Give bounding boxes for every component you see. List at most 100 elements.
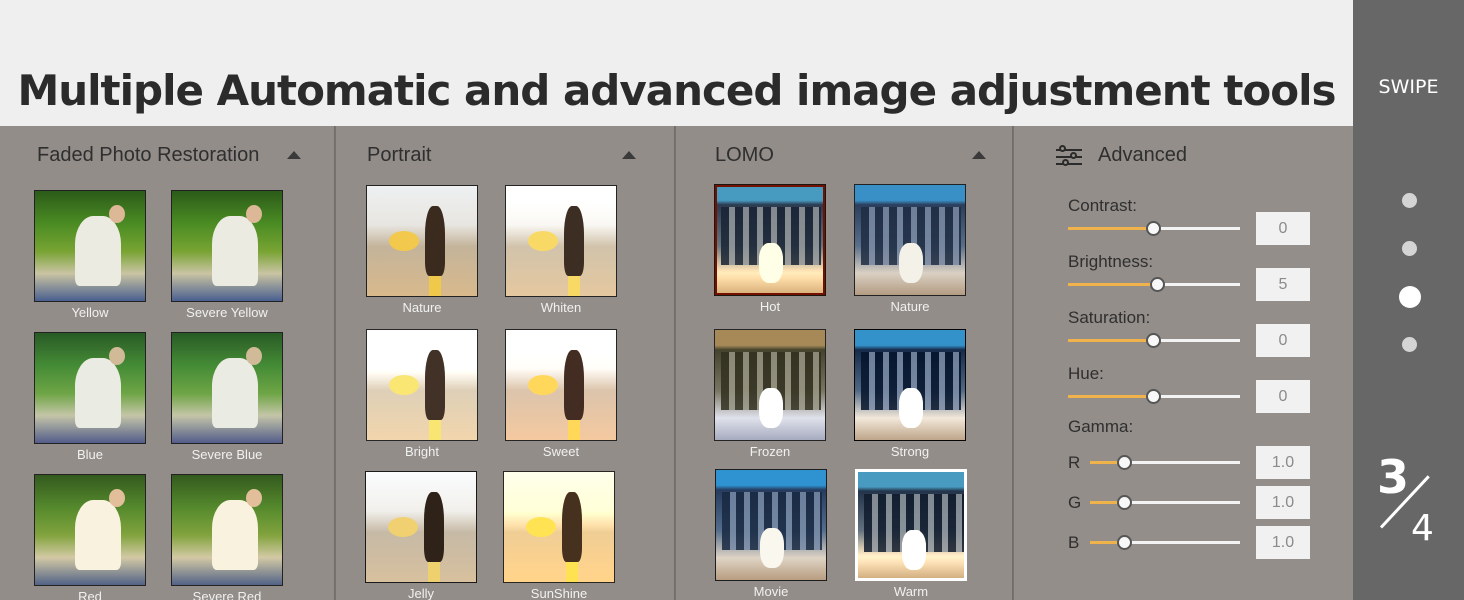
gamma-b-label: B: [1068, 533, 1080, 552]
filter-sunshine[interactable]: SunShine: [503, 471, 615, 600]
filter-frozen[interactable]: Frozen: [714, 329, 826, 459]
thumbnail-image: [171, 190, 283, 302]
filter-label: Severe Blue: [191, 447, 263, 462]
filter-blue[interactable]: Blue: [34, 332, 146, 462]
thumbnail-image: [505, 329, 617, 441]
saturation-value[interactable]: 0: [1256, 324, 1310, 357]
gamma-r-label: R: [1068, 453, 1081, 472]
saturation-label: Saturation:: [1068, 308, 1151, 327]
faded-panel-title: Faded Photo Restoration: [37, 144, 260, 166]
gamma-b-value[interactable]: 1.0: [1256, 526, 1310, 559]
filter-label: Strong: [890, 444, 930, 459]
brightness-label: Brightness:: [1068, 252, 1154, 271]
filter-strong[interactable]: Strong: [854, 329, 966, 459]
collapse-icon[interactable]: [972, 151, 986, 159]
contrast-label: Contrast:: [1068, 196, 1137, 215]
thumbnail-image: [34, 190, 146, 302]
page-dot-2[interactable]: [1402, 241, 1417, 256]
page-total: 4: [1411, 508, 1434, 549]
filter-severe-yellow[interactable]: Severe Yellow: [171, 190, 283, 320]
filter-label: Whiten: [540, 300, 582, 315]
filter-label: Warm: [893, 584, 929, 599]
gamma-label: Gamma:: [1068, 417, 1134, 436]
page-dot-4[interactable]: [1402, 337, 1417, 352]
contrast-value[interactable]: 0: [1256, 212, 1310, 245]
gamma-g-label: G: [1068, 493, 1082, 512]
slider-knob[interactable]: [1117, 495, 1132, 510]
saturation-slider[interactable]: [1068, 333, 1240, 348]
filter-movie[interactable]: Movie: [715, 469, 827, 599]
thumbnail-image: [855, 469, 967, 581]
filter-label: Movie: [753, 584, 789, 599]
filter-whiten[interactable]: Whiten: [505, 185, 617, 315]
filter-label: SunShine: [530, 586, 588, 600]
filter-severe-blue[interactable]: Severe Blue: [171, 332, 283, 462]
slider-knob[interactable]: [1146, 389, 1161, 404]
thumbnail-image: [503, 471, 615, 583]
thumbnail-image: [505, 185, 617, 297]
filter-label: Nature: [890, 299, 930, 314]
filter-severe-red[interactable]: Severe Red: [171, 474, 283, 600]
brightness-slider[interactable]: [1068, 277, 1240, 292]
side-pager: SWIPE 3 4: [1353, 0, 1464, 600]
filter-label: Hot: [759, 299, 781, 314]
thumbnail-image: [365, 471, 477, 583]
portrait-panel: Portrait Nature Whiten Bright Sweet Jell…: [336, 126, 674, 600]
hue-label: Hue:: [1068, 364, 1104, 383]
thumbnail-image: [854, 329, 966, 441]
filter-jelly[interactable]: Jelly: [365, 471, 477, 600]
filter-bright[interactable]: Bright: [366, 329, 478, 459]
thumbnail-image: [854, 184, 966, 296]
gamma-b-slider[interactable]: [1090, 535, 1240, 550]
hue-value[interactable]: 0: [1256, 380, 1310, 413]
hue-slider[interactable]: [1068, 389, 1240, 404]
filter-red[interactable]: Red: [34, 474, 146, 600]
slider-knob[interactable]: [1117, 535, 1132, 550]
slider-knob[interactable]: [1117, 455, 1132, 470]
collapse-icon[interactable]: [622, 151, 636, 159]
slider-knob[interactable]: [1146, 221, 1161, 236]
collapse-icon[interactable]: [287, 151, 301, 159]
gamma-r-slider[interactable]: [1090, 455, 1240, 470]
page-dot-1[interactable]: [1402, 193, 1417, 208]
lomo-panel: LOMO Hot Nature Frozen Strong Movie Warm: [676, 126, 1012, 600]
filter-label: Sweet: [542, 444, 580, 459]
gamma-g-slider[interactable]: [1090, 495, 1240, 510]
gamma-r-value[interactable]: 1.0: [1256, 446, 1310, 479]
page-current: 3: [1377, 450, 1410, 504]
filter-warm-selected[interactable]: Warm: [855, 469, 967, 599]
filter-label: Blue: [76, 447, 104, 462]
thumbnail-image: [715, 469, 827, 581]
advanced-panel: Advanced Contrast: 0 Brightness: 5 Satur…: [1014, 126, 1353, 600]
filter-label: Frozen: [749, 444, 791, 459]
lomo-panel-title: LOMO: [715, 144, 774, 166]
filter-lomo-nature[interactable]: Nature: [854, 184, 966, 314]
filter-label: Severe Red: [192, 589, 262, 600]
thumbnail-image: [34, 474, 146, 586]
slider-knob[interactable]: [1150, 277, 1165, 292]
filter-sweet[interactable]: Sweet: [505, 329, 617, 459]
filter-label: Nature: [402, 300, 442, 315]
filter-yellow[interactable]: Yellow: [34, 190, 146, 320]
filter-label: Bright: [405, 444, 439, 459]
brightness-value[interactable]: 5: [1256, 268, 1310, 301]
thumbnail-image: [34, 332, 146, 444]
thumbnail-image: [171, 474, 283, 586]
portrait-panel-title: Portrait: [367, 144, 432, 166]
filter-nature[interactable]: Nature: [366, 185, 478, 315]
gamma-g-value[interactable]: 1.0: [1256, 486, 1310, 519]
thumbnail-image: [366, 185, 478, 297]
swipe-label: SWIPE: [1378, 76, 1439, 98]
banner: Multiple Automatic and advanced image ad…: [0, 0, 1353, 126]
sliders-icon: [1056, 145, 1082, 169]
filter-label: Red: [78, 589, 102, 600]
contrast-slider[interactable]: [1068, 221, 1240, 236]
thumbnail-image: [714, 184, 826, 296]
page-dot-3-active[interactable]: [1399, 286, 1421, 308]
filter-hot[interactable]: Hot: [714, 184, 826, 314]
advanced-title: Advanced: [1098, 144, 1187, 166]
filter-label: Severe Yellow: [186, 305, 268, 320]
thumbnail-image: [366, 329, 478, 441]
slider-knob[interactable]: [1146, 333, 1161, 348]
thumbnail-image: [714, 329, 826, 441]
